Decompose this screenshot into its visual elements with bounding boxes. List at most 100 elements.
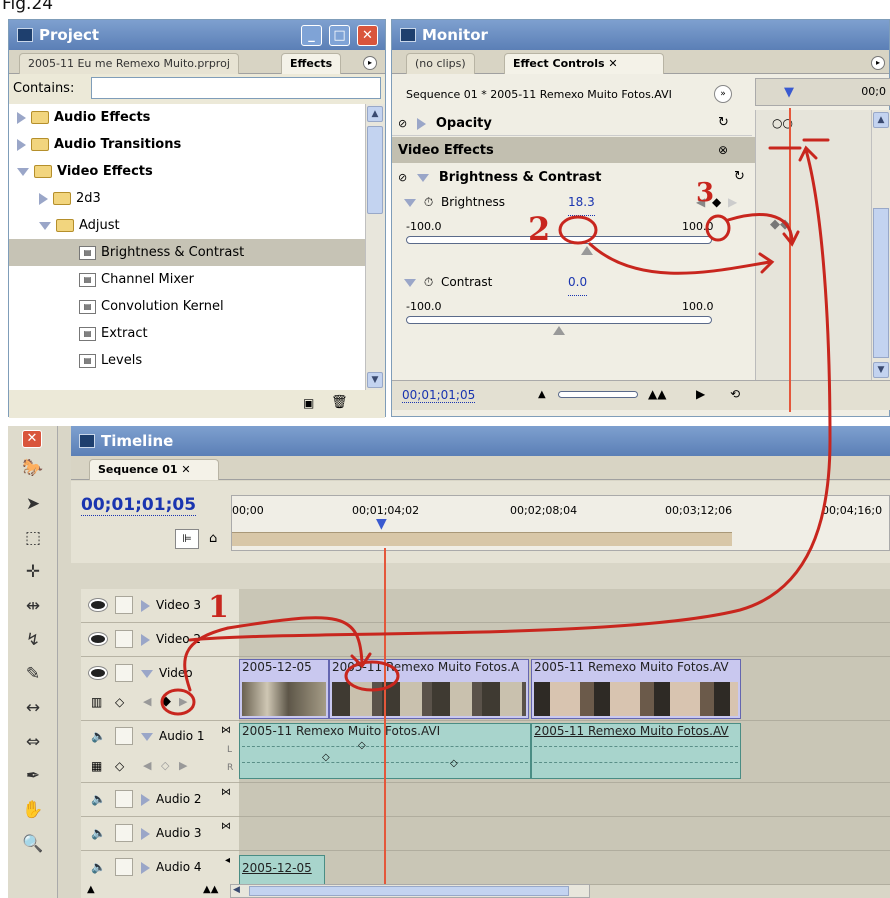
audio-clip-2005-12-05[interactable]: 2005-12-05	[239, 855, 325, 885]
stopwatch-icon[interactable]: ⏱	[424, 195, 433, 209]
opacity-row[interactable]: ⊘ Opacity ↻	[392, 110, 752, 136]
tab-effects[interactable]: Effects	[281, 53, 342, 74]
scroll-thumb[interactable]	[873, 208, 889, 358]
brightness-value[interactable]: 18.3	[568, 189, 595, 216]
track-area-audio1[interactable]: 2005-11 Remexo Muito Fotos.AVI ◇ ◇ ◇ 200…	[239, 721, 890, 783]
timeline-timecode[interactable]: 00;01;01;05	[81, 495, 197, 516]
close-tab-icon[interactable]: ✕	[608, 57, 617, 70]
tab-effect-controls[interactable]: Effect Controls ✕	[504, 53, 664, 74]
fx-toggle-icon[interactable]: ⊘	[398, 171, 407, 184]
zoom-slider[interactable]	[558, 391, 638, 398]
brightness-slider-thumb[interactable]	[580, 246, 593, 255]
next-keyframe-icon[interactable]: ▶	[179, 695, 187, 708]
expand-arrow-icon[interactable]	[141, 633, 150, 646]
eye-icon[interactable]	[89, 599, 107, 611]
prev-keyframe-icon[interactable]: ◀	[143, 759, 151, 772]
show-timeline-button[interactable]: »	[714, 85, 732, 103]
track-select-tool-icon[interactable]: ⬚	[16, 522, 50, 554]
zoom-out-icon[interactable]: ▲	[87, 884, 95, 895]
maximize-button[interactable]: □	[329, 25, 350, 46]
work-area-bar[interactable]	[232, 532, 732, 546]
zoom-out-icon[interactable]: ▲	[538, 389, 546, 400]
lock-toggle[interactable]	[115, 727, 133, 745]
tree-item-channel-mixer[interactable]: ▤ Channel Mixer	[79, 266, 194, 293]
track-area-video3[interactable]	[239, 589, 890, 623]
clip-remexo-2[interactable]: 2005-11 Remexo Muito Fotos.AV	[531, 659, 741, 719]
clip-2005-12-05[interactable]: 2005-12-05	[239, 659, 329, 719]
monitor-titlebar[interactable]: Monitor	[392, 20, 889, 50]
trash-icon[interactable]: 🗑	[331, 395, 348, 410]
slip-tool-icon[interactable]: ↔	[16, 692, 50, 724]
play-audio-icon[interactable]: ▶	[696, 387, 705, 401]
lock-toggle[interactable]	[115, 790, 133, 808]
zoom-in-icon[interactable]: ▲▲	[203, 884, 218, 895]
prev-keyframe-icon[interactable]: ◀	[143, 695, 151, 708]
slide-tool-icon[interactable]: ⇔	[16, 726, 50, 758]
tab-project-file[interactable]: 2005-11 Eu me Remexo Muito.prproj	[19, 53, 239, 74]
tree-item-audio-transitions[interactable]: Audio Transitions	[17, 131, 181, 158]
display-style-icon[interactable]: ▥	[91, 695, 102, 709]
stopwatch-icon[interactable]: ⏱	[424, 275, 433, 289]
tools-close-button[interactable]: ✕	[22, 430, 42, 448]
track-area-audio2[interactable]	[239, 783, 890, 817]
ec-playhead-icon[interactable]: ▼	[784, 85, 794, 100]
tree-item-levels[interactable]: ▤ Levels	[79, 347, 142, 374]
scroll-thumb[interactable]	[249, 886, 569, 896]
track-area-video2[interactable]	[239, 623, 890, 657]
minimize-button[interactable]: _	[301, 25, 322, 46]
scroll-down-icon[interactable]: ▼	[873, 362, 889, 378]
timeline-zoom-area[interactable]: ▲ ▲▲	[81, 884, 230, 898]
tree-item-extract[interactable]: ▤ Extract	[79, 320, 148, 347]
reset-icon[interactable]: ↻	[718, 110, 729, 136]
razor-tool-icon[interactable]: ✎	[16, 658, 50, 690]
loop-icon[interactable]: ⟲	[730, 387, 740, 401]
speaker-icon[interactable]: 🔈	[91, 826, 106, 840]
collapse-section-icon[interactable]: ⊗	[718, 137, 728, 163]
timeline-ruler[interactable]: 00;00 00;01;04;02 00;02;08;04 00;03;12;0…	[231, 495, 890, 551]
brightness-slider[interactable]	[406, 236, 712, 244]
audio-keyframe-icon[interactable]: ◇	[358, 740, 366, 751]
expand-arrow-icon[interactable]	[39, 192, 48, 205]
selection-tool-icon[interactable]: ➤	[16, 488, 50, 520]
lock-toggle[interactable]	[115, 664, 133, 682]
next-keyframe-icon[interactable]: ▶	[728, 189, 737, 215]
ripple-edit-tool-icon[interactable]: ✛	[16, 556, 50, 588]
project-titlebar[interactable]: Project _ □ ✕	[9, 20, 385, 50]
tree-item-adjust[interactable]: Adjust	[39, 212, 120, 239]
eye-icon[interactable]	[89, 633, 107, 645]
timeline-titlebar[interactable]: Timeline	[71, 426, 890, 456]
ec-scrollbar[interactable]: ▲ ▼	[871, 110, 890, 380]
lock-toggle[interactable]	[115, 858, 133, 876]
track-area-video1[interactable]: 2005-12-05 2005-11 Remexo Muito Fotos.A …	[239, 657, 890, 721]
contrast-slider[interactable]	[406, 316, 712, 324]
expand-arrow-icon[interactable]	[417, 117, 427, 130]
collapse-arrow-icon[interactable]	[417, 173, 430, 182]
scroll-up-icon[interactable]: ▲	[873, 112, 889, 128]
zoom-in-icon[interactable]: ▲▲	[648, 387, 666, 401]
new-bin-icon[interactable]: ▣	[303, 396, 314, 410]
tree-item-convolution-kernel[interactable]: ▤ Convolution Kernel	[79, 293, 224, 320]
zoom-tool-icon[interactable]: 🔍	[16, 828, 50, 860]
track-area-audio4[interactable]: 2005-12-05	[239, 851, 890, 885]
hand-tool-icon[interactable]: ✋	[16, 794, 50, 826]
lock-toggle[interactable]	[115, 630, 133, 648]
show-keyframes-icon[interactable]: ◇	[115, 695, 124, 709]
audio-keyframe-icon[interactable]: ◇	[322, 752, 330, 763]
audio-keyframe-icon[interactable]: ◇	[450, 758, 458, 769]
expand-arrow-icon[interactable]	[141, 827, 150, 840]
pen-tool-icon[interactable]: ✒	[16, 760, 50, 792]
tree-item-video-effects[interactable]: Video Effects	[17, 158, 153, 185]
snap-icon[interactable]: ⊫	[175, 529, 199, 549]
reset-icon[interactable]: ↻	[734, 164, 745, 190]
timeline-hscroll[interactable]: ◀	[230, 884, 590, 898]
tab-no-clips[interactable]: (no clips)	[406, 53, 475, 74]
contrast-value[interactable]: 0.0	[568, 269, 588, 296]
scroll-thumb[interactable]	[367, 126, 383, 214]
collapse-arrow-icon[interactable]	[141, 732, 153, 741]
expand-arrow-icon[interactable]	[141, 861, 150, 874]
collapse-arrow-icon[interactable]	[39, 221, 51, 230]
collapse-arrow-icon[interactable]	[404, 278, 416, 287]
tab-sequence-01[interactable]: Sequence 01 ✕	[89, 459, 219, 480]
contains-search-input[interactable]	[91, 77, 381, 99]
brightness-keyframe-icons[interactable]: ◆◆	[770, 217, 790, 232]
